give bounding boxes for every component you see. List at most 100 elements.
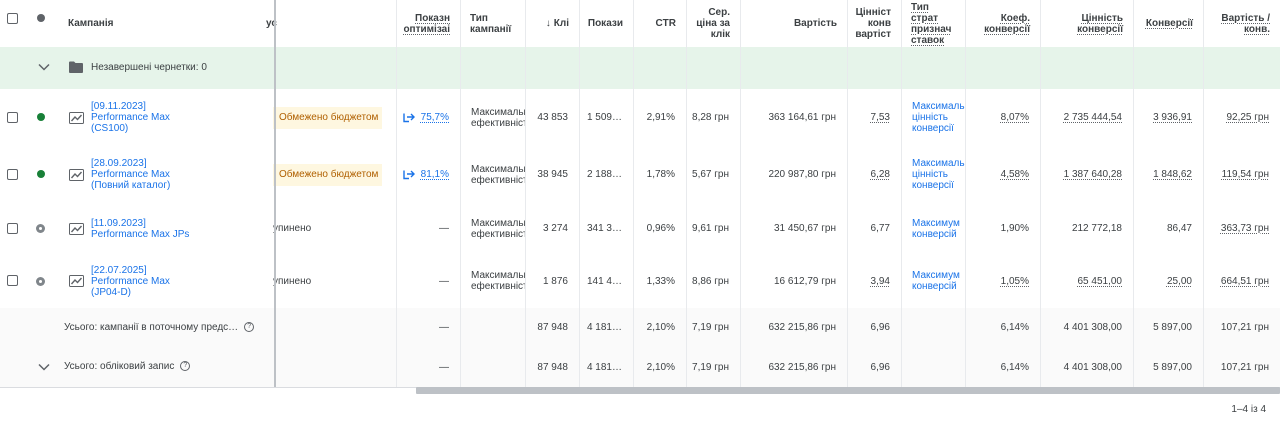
campaign-name-line: Performance Max JPs <box>91 228 190 240</box>
header-conv[interactable]: Конверсії <box>1133 0 1203 47</box>
clicks-cell: 43 853 <box>525 89 579 146</box>
costconv-cell: 119,54 грн <box>1203 146 1280 203</box>
column-divider <box>1203 0 1204 387</box>
campaign-type-chart-icon <box>69 275 84 287</box>
convrate-value: 1,90% <box>1000 223 1029 234</box>
bid-strategy-cell[interactable]: Максимальн цінність конверсії <box>901 146 965 203</box>
header-clicks[interactable]: ↓ Клі <box>525 0 579 47</box>
header-cpc[interactable]: Сер. ціна за клік <box>686 0 740 47</box>
valueconv-value[interactable]: 2 735 444,54 <box>1064 112 1122 123</box>
campaign-status-text: упинено <box>273 275 312 287</box>
optimization-score-link[interactable]: 81,1% <box>421 169 449 180</box>
column-divider <box>1040 0 1041 387</box>
valueconv-cell: 65 451,00 <box>1040 254 1133 308</box>
info-icon[interactable]: ? <box>180 361 191 372</box>
valueconv-value[interactable]: 1 387 640,28 <box>1064 169 1122 180</box>
optimization-arrow-icon[interactable] <box>402 112 415 123</box>
conv-total-cell: 5 897,00 <box>1153 322 1192 333</box>
campaign-name-link[interactable]: [28.09.2023] Performance Max (Повний катал… <box>91 158 261 191</box>
costconv-total-cell: 107,21 грн <box>1220 361 1269 373</box>
conv-cell: 25,00 <box>1133 254 1203 308</box>
convval-total-cell: 6,96 <box>870 322 890 333</box>
header-clicks-label: Клі <box>553 18 569 29</box>
header-type[interactable]: Тип кампанії <box>460 0 525 47</box>
bid-strategy-cell[interactable]: Максимум конверсій <box>901 254 965 308</box>
costconv-value[interactable]: 119,54 грн <box>1222 169 1269 180</box>
cpc-value: 8,86 грн <box>692 275 729 287</box>
campaign-type-cell: Максимальн ефективніст <box>460 89 525 146</box>
header-impr[interactable]: Покази <box>579 0 633 47</box>
limited-budget-badge[interactable]: Обмежено бюджетом <box>273 106 382 129</box>
select-all-checkbox[interactable] <box>7 13 18 24</box>
header-type-label: Тип кампанії <box>470 12 512 35</box>
conv-value[interactable]: 25,00 <box>1167 276 1192 287</box>
conv-value[interactable]: 3 936,91 <box>1153 112 1192 123</box>
row-checkbox[interactable] <box>7 275 18 286</box>
costconv-cell: 664,51 грн <box>1203 254 1280 308</box>
cost-cell: 31 450,67 грн <box>740 203 847 254</box>
bid-strategy-link[interactable]: Максимальн цінність конверсії <box>912 158 965 191</box>
campaign-name-line: Performance Max <box>91 112 170 123</box>
header-valueconv[interactable]: Цінність конверсії <box>1040 0 1133 47</box>
header-cost-label: Вартість <box>793 18 837 29</box>
column-divider <box>525 0 526 387</box>
costconv-value[interactable]: 92,25 грн <box>1226 112 1269 123</box>
cost-value: 220 987,80 грн <box>768 169 836 180</box>
convval-value[interactable]: 3,94 <box>871 276 890 287</box>
pinned-column-divider[interactable] <box>274 0 276 387</box>
campaign-name-link[interactable]: [22.07.2025] Performance Max (JP04-D) <box>91 265 261 298</box>
convrate-value[interactable]: 8,07% <box>1001 112 1029 123</box>
totals-label: Усього: обліковий запис? <box>64 361 191 372</box>
optimization-score-empty: — <box>439 223 449 234</box>
bid-strategy-link[interactable]: Максимум конверсій <box>912 218 965 240</box>
campaign-name-link[interactable]: [11.09.2023] Performance Max JPs <box>91 218 261 240</box>
convrate-value[interactable]: 4,58% <box>1001 169 1029 180</box>
bid-strategy-cell[interactable]: Максимальн цінність конверсії <box>901 89 965 146</box>
valueconv-value[interactable]: 65 451,00 <box>1078 276 1123 287</box>
header-status[interactable]: ус <box>266 0 306 47</box>
cost-cell: 16 612,79 грн <box>740 254 847 308</box>
header-opt[interactable]: Показн оптимізаі <box>396 0 460 47</box>
column-divider <box>740 0 741 387</box>
bid-strategy-cell[interactable]: Максимум конверсій <box>901 203 965 254</box>
row-checkbox[interactable] <box>7 168 18 180</box>
chevron-down-icon[interactable] <box>37 60 51 74</box>
header-costconv[interactable]: Вартість / конв. <box>1203 0 1280 47</box>
cpc-total-cell: 7,19 грн <box>692 361 729 373</box>
costconv-total-cell: 107,21 грн <box>1220 322 1269 333</box>
totals-label-text: Усього: кампанії в поточному предс… <box>64 321 239 333</box>
info-icon[interactable]: ? <box>244 321 255 332</box>
sort-desc-arrow-icon[interactable]: ↓ <box>546 18 551 29</box>
row-checkbox[interactable] <box>7 111 18 123</box>
header-bid-label: Тип страт признач ставок <box>911 1 952 46</box>
chevron-down-icon[interactable] <box>37 360 51 374</box>
costconv-value[interactable]: 363,73 грн <box>1221 223 1269 234</box>
bid-strategy-link[interactable]: Максимум конверсій <box>912 270 965 292</box>
header-campaign[interactable]: Кампанія <box>58 0 258 47</box>
row-checkbox[interactable] <box>7 222 18 234</box>
conv-cell: 1 848,62 <box>1133 146 1203 203</box>
horizontal-scrollbar[interactable] <box>416 387 1280 394</box>
limited-budget-badge[interactable]: Обмежено бюджетом <box>273 163 382 186</box>
convval-value[interactable]: 7,53 <box>871 112 890 123</box>
convval-value[interactable]: 6,28 <box>871 169 890 180</box>
column-divider <box>686 0 687 387</box>
drafts-group-label: Незавершені чернетки: 0 <box>91 62 207 73</box>
header-convrate[interactable]: Коеф. конверсії <box>965 0 1040 47</box>
ctr-cell: 2,91% <box>633 89 686 146</box>
optimization-arrow-icon[interactable] <box>402 169 415 180</box>
status-dot-paused-icon <box>36 276 45 286</box>
bid-strategy-link[interactable]: Максимальн цінність конверсії <box>912 101 965 134</box>
optimization-score-link[interactable]: 75,7% <box>421 112 449 123</box>
column-divider <box>396 0 397 387</box>
costconv-value[interactable]: 664,51 грн <box>1221 276 1269 287</box>
convrate-value[interactable]: 1,05% <box>1001 276 1029 287</box>
header-convval[interactable]: Цінніст конв вартіст <box>847 0 901 47</box>
header-cost[interactable]: Вартість <box>740 0 847 47</box>
campaign-name-link[interactable]: [09.11.2023] Performance Max (CS100) <box>91 101 261 134</box>
conv-value[interactable]: 1 848,62 <box>1153 169 1192 180</box>
table-row: [09.11.2023] Performance Max (CS100) Обмеже… <box>0 89 1280 147</box>
header-ctr[interactable]: CTR <box>633 0 686 47</box>
header-bid[interactable]: Тип страт признач ставок <box>901 0 965 47</box>
ctr-cell: 1,33% <box>633 254 686 308</box>
